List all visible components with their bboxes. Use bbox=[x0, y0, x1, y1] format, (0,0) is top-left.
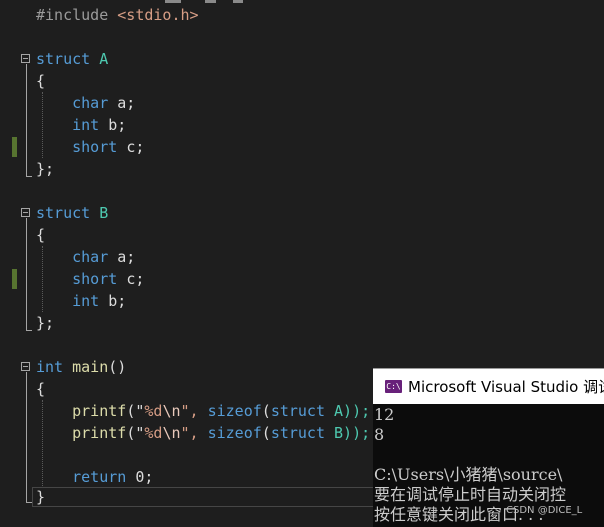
code-line-member[interactable]: int b; bbox=[36, 114, 126, 136]
code-line-main[interactable]: int main() bbox=[36, 356, 126, 378]
console-title: Microsoft Visual Studio 调试 bbox=[408, 378, 604, 396]
fold-guide bbox=[26, 218, 27, 330]
change-marker bbox=[12, 269, 17, 289]
code-line-close-brace[interactable]: }; bbox=[36, 312, 54, 334]
collapse-icon[interactable] bbox=[21, 362, 30, 371]
code-line-member[interactable]: char a; bbox=[36, 92, 135, 114]
code-line-include[interactable]: #include <stdio.h> bbox=[36, 4, 199, 26]
console-title-bar[interactable]: C:\ Microsoft Visual Studio 调试 bbox=[373, 368, 604, 404]
watermark: CSDN @DICE_L bbox=[506, 505, 583, 516]
fold-guide-end bbox=[26, 330, 32, 331]
console-output-line: 8 bbox=[374, 425, 385, 444]
scroll-marker bbox=[233, 0, 243, 3]
code-line-open-brace[interactable]: { bbox=[36, 378, 45, 400]
code-line-open-brace[interactable]: { bbox=[36, 224, 45, 246]
code-line-open-brace[interactable]: { bbox=[36, 70, 45, 92]
code-line-close-brace[interactable]: }; bbox=[36, 158, 54, 180]
code-line-printf-b[interactable]: printf("%d\n", sizeof(struct B)); bbox=[36, 422, 370, 444]
console-output-line: 12 bbox=[374, 405, 395, 424]
collapse-icon[interactable] bbox=[21, 208, 30, 217]
code-line-close-brace[interactable]: } bbox=[36, 486, 45, 508]
fold-guide bbox=[26, 372, 27, 502]
console-output-line: C:\Users\小猪猪\source\ bbox=[374, 465, 563, 484]
fold-guide-end bbox=[26, 176, 32, 177]
code-line-return[interactable]: return 0; bbox=[36, 466, 153, 488]
code-line-member[interactable]: short c; bbox=[36, 268, 144, 290]
debug-console-window[interactable]: C:\ Microsoft Visual Studio 调试 12 8 C:\U… bbox=[373, 368, 604, 527]
code-line-struct-a[interactable]: struct A bbox=[36, 48, 108, 70]
fold-guide bbox=[26, 64, 27, 176]
code-line-member[interactable]: short c; bbox=[36, 136, 144, 158]
current-line-highlight bbox=[32, 487, 374, 507]
scroll-marker bbox=[165, 0, 181, 3]
console-output-line: 要在调试停止时自动关闭控 bbox=[374, 485, 567, 504]
console-app-icon: C:\ bbox=[385, 380, 402, 393]
collapse-icon[interactable] bbox=[21, 54, 30, 63]
change-marker bbox=[12, 137, 17, 157]
code-line-printf-a[interactable]: printf("%d\n", sizeof(struct A)); bbox=[36, 400, 370, 422]
code-line-member[interactable]: int b; bbox=[36, 290, 126, 312]
code-line-member[interactable]: char a; bbox=[36, 246, 135, 268]
scroll-marker bbox=[205, 0, 216, 3]
code-line-struct-b[interactable]: struct B bbox=[36, 202, 108, 224]
